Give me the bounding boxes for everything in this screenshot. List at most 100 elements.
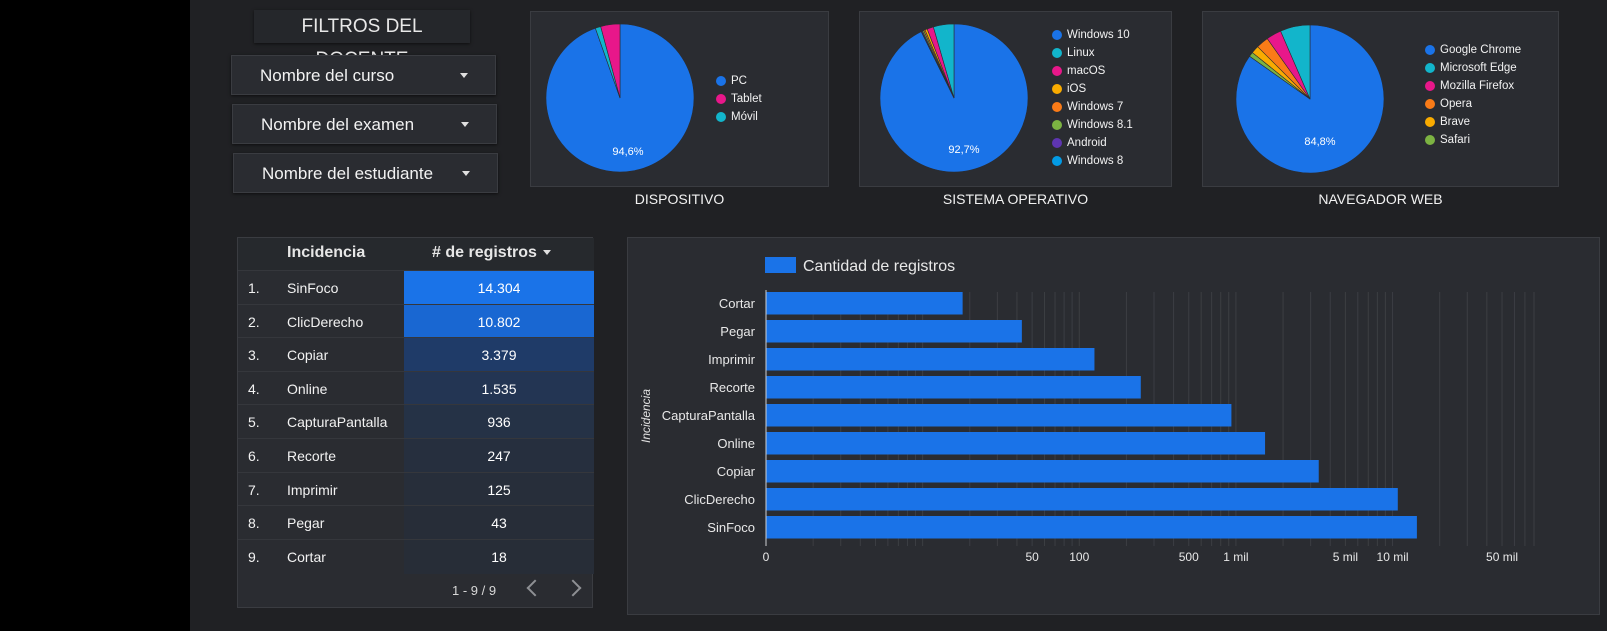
legend-swatch: [1052, 102, 1062, 112]
bar[interactable]: [766, 488, 1398, 511]
chevron-down-icon: [462, 171, 470, 176]
table-row[interactable]: 9. Cortar 18: [238, 538, 594, 574]
exam-dropdown[interactable]: Nombre del examen: [232, 104, 497, 144]
row-incidencia: Pegar: [287, 515, 325, 532]
legend-label: Windows 8.1: [1067, 119, 1133, 131]
dashboard: FILTROS DEL DOCENTE Nombre del curso Nom…: [190, 0, 1607, 631]
device-pie-card: 94,6% PC Tablet Móvil: [530, 11, 829, 187]
legend-label: macOS: [1067, 65, 1106, 77]
legend-label: Android: [1067, 137, 1107, 149]
bar[interactable]: [766, 376, 1141, 399]
exam-dropdown-label: Nombre del examen: [261, 115, 415, 134]
legend-item[interactable]: Android: [1052, 134, 1133, 152]
legend-label: Windows 8: [1067, 155, 1124, 167]
category-label: CapturaPantalla: [662, 408, 756, 423]
legend-item[interactable]: Mozilla Firefox: [1425, 77, 1521, 95]
chevron-down-icon: [460, 73, 468, 78]
student-dropdown[interactable]: Nombre del estudiante: [233, 153, 498, 193]
table-row[interactable]: 8. Pegar 43: [238, 505, 594, 541]
row-number: 1.: [248, 280, 260, 296]
legend-item[interactable]: Móvil: [716, 108, 762, 126]
legend-item[interactable]: iOS: [1052, 80, 1133, 98]
row-registros: 3.379: [404, 338, 594, 373]
bar[interactable]: [766, 516, 1417, 539]
table-row[interactable]: 6. Recorte 247: [238, 438, 594, 473]
legend-label: Tablet: [731, 93, 762, 105]
row-number: 7.: [248, 481, 260, 498]
pie-legend: Windows 10 Linux macOS iOS Windows 7 Windows …: [1052, 26, 1133, 170]
legend-label: PC: [731, 75, 747, 87]
legend-label: Brave: [1440, 116, 1471, 128]
browser-pie-caption: NAVEGADOR WEB: [1318, 191, 1443, 207]
legend-item[interactable]: macOS: [1052, 62, 1133, 80]
row-number: 9.: [248, 548, 260, 565]
row-incidencia: Copiar: [287, 347, 329, 364]
bar[interactable]: [766, 292, 963, 315]
legend-item[interactable]: Windows 8: [1052, 152, 1133, 170]
x-tick-label: 5 mil: [1333, 550, 1358, 564]
bar[interactable]: [766, 320, 1022, 343]
incidents-bar-chart-card: Cantidad de registros Incidencia Cortar Peg…: [627, 237, 1600, 615]
table-row[interactable]: 4. Online 1.535: [238, 370, 594, 406]
legend-item[interactable]: Opera: [1425, 95, 1521, 113]
table-row[interactable]: 7. Imprimir 125: [238, 471, 594, 507]
x-tick-label: 50: [1025, 550, 1039, 564]
legend-swatch: [716, 112, 726, 122]
prev-page-button[interactable]: [524, 576, 542, 600]
incidents-table: Incidencia # de registros 1. SinFoco 14.30…: [237, 237, 594, 608]
table-row[interactable]: 2. ClicDerecho 10.802: [238, 303, 594, 339]
row-registros: 10.802: [404, 304, 594, 339]
legend-label: Windows 10: [1067, 29, 1130, 41]
legend-item[interactable]: Google Chrome: [1425, 41, 1521, 59]
y-axis-label: Incidencia: [639, 389, 653, 443]
x-tick-label: 50 mil: [1486, 550, 1518, 564]
category-label: SinFoco: [707, 520, 755, 535]
sort-desc-icon: [542, 250, 551, 255]
legend-item[interactable]: Brave: [1425, 113, 1521, 131]
legend-label: Opera: [1440, 98, 1472, 110]
legend-label: Linux: [1067, 47, 1095, 59]
row-incidencia: ClicDerecho: [287, 313, 364, 330]
browser-pie-card: 84,8% Google Chrome Microsoft Edge Mozilla …: [1202, 11, 1559, 187]
legend-item[interactable]: Safari: [1425, 131, 1521, 149]
category-label: Recorte: [709, 380, 755, 395]
next-page-button[interactable]: [566, 576, 584, 600]
legend-swatch: [1052, 48, 1062, 58]
legend-swatch: [765, 257, 796, 273]
legend-swatch: [1052, 156, 1062, 166]
bar[interactable]: [766, 460, 1319, 483]
pie-center-label: 92,7%: [948, 144, 979, 156]
category-label: Copiar: [717, 464, 756, 479]
legend-item[interactable]: Tablet: [716, 90, 762, 108]
header-incidencia[interactable]: Incidencia: [287, 244, 365, 262]
filters-title: FILTROS DEL DOCENTE: [254, 10, 470, 70]
legend-item[interactable]: Microsoft Edge: [1425, 59, 1521, 77]
course-dropdown[interactable]: Nombre del curso: [231, 55, 496, 95]
bar[interactable]: [766, 404, 1232, 427]
row-number: 4.: [248, 380, 260, 397]
row-number: 2.: [248, 313, 260, 330]
legend-item[interactable]: Windows 7: [1052, 98, 1133, 116]
category-label: Imprimir: [708, 352, 756, 367]
device-pie-caption: DISPOSITIVO: [634, 191, 725, 207]
bar[interactable]: [766, 432, 1266, 455]
row-number: 5.: [248, 414, 260, 431]
legend-swatch: [1425, 117, 1435, 127]
pagination-label: 1 - 9 / 9: [452, 583, 497, 598]
row-registros: 247: [404, 439, 594, 473]
course-dropdown-label: Nombre del curso: [260, 66, 395, 85]
legend-item[interactable]: Linux: [1052, 44, 1133, 62]
legend-item[interactable]: Windows 10: [1052, 26, 1133, 44]
legend-label: Google Chrome: [1440, 44, 1522, 56]
legend-label: Microsoft Edge: [1440, 62, 1517, 74]
legend-item[interactable]: Windows 8.1: [1052, 116, 1133, 134]
table-row[interactable]: 5. CapturaPantalla 936: [238, 404, 594, 440]
bar[interactable]: [766, 348, 1095, 371]
table-row[interactable]: 3. Copiar 3.379: [238, 337, 594, 373]
header-registros[interactable]: # de registros: [432, 244, 551, 262]
legend-swatch: [1425, 135, 1435, 145]
table-row[interactable]: 1. SinFoco 14.304: [238, 270, 594, 305]
legend-item[interactable]: PC: [716, 72, 762, 90]
pie-center-label: 84,8%: [1304, 136, 1335, 148]
row-registros: 14.304: [404, 271, 594, 305]
